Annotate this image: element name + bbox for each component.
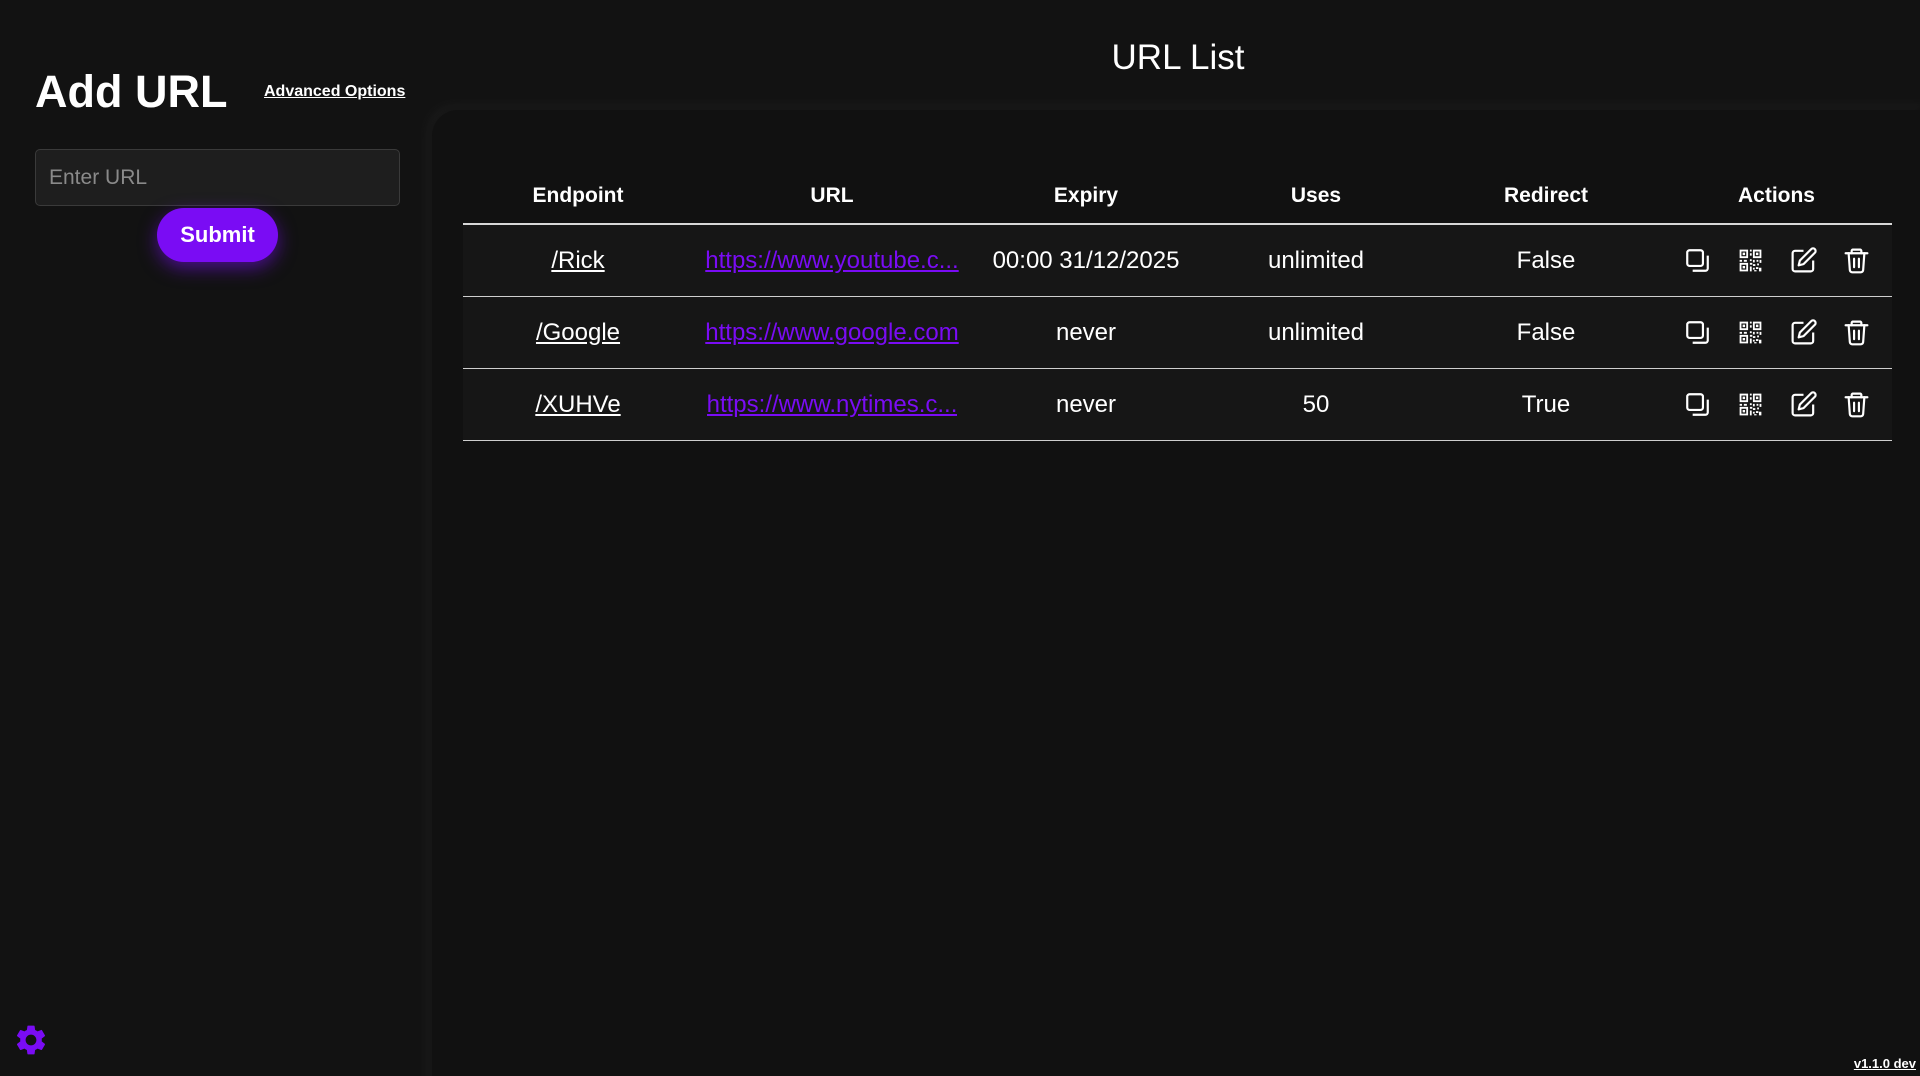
table-row: /Rick https://www.youtube.c... 00:00 31/… — [463, 224, 1892, 297]
column-header-redirect: Redirect — [1431, 168, 1661, 225]
redirect-cell: True — [1431, 368, 1661, 441]
gear-icon[interactable] — [13, 1022, 49, 1058]
url-link[interactable]: https://www.nytimes.c... — [707, 391, 958, 419]
endpoint-link[interactable]: /Google — [536, 319, 620, 346]
column-header-endpoint: Endpoint — [463, 168, 693, 225]
endpoint-cell: /Google — [463, 296, 693, 369]
copy-icon[interactable] — [1683, 318, 1712, 347]
table-header-row: Endpoint URL Expiry Uses Redirect Action… — [463, 168, 1892, 225]
app-page: Add URL Advanced Options Submit URL List… — [0, 0, 1920, 1076]
qr-code-icon[interactable] — [1736, 390, 1765, 419]
url-cell: https://www.youtube.c... — [693, 224, 971, 297]
column-header-actions: Actions — [1661, 168, 1892, 225]
column-header-uses: Uses — [1201, 168, 1431, 225]
delete-icon[interactable] — [1842, 246, 1871, 275]
url-table: Endpoint URL Expiry Uses Redirect Action… — [463, 168, 1892, 441]
advanced-options-link[interactable]: Advanced Options — [264, 83, 405, 101]
edit-icon[interactable] — [1789, 390, 1818, 419]
redirect-cell: False — [1431, 224, 1661, 297]
column-header-url: URL — [693, 168, 971, 225]
expiry-cell: 00:00 31/12/2025 — [971, 224, 1201, 297]
endpoint-link[interactable]: /XUHVe — [535, 391, 620, 418]
copy-icon[interactable] — [1683, 390, 1712, 419]
uses-cell: unlimited — [1201, 224, 1431, 297]
table-row: /XUHVe https://www.nytimes.c... never 50… — [463, 368, 1892, 441]
version-link[interactable]: v1.1.0 dev — [1854, 1056, 1916, 1071]
endpoint-cell: /XUHVe — [463, 368, 693, 441]
qr-code-icon[interactable] — [1736, 246, 1765, 275]
delete-icon[interactable] — [1842, 318, 1871, 347]
actions-cell — [1661, 296, 1892, 369]
column-header-expiry: Expiry — [971, 168, 1201, 225]
url-list-title: URL List — [1111, 38, 1245, 77]
uses-cell: unlimited — [1201, 296, 1431, 369]
url-link[interactable]: https://www.youtube.c... — [705, 247, 958, 275]
expiry-cell: never — [971, 368, 1201, 441]
delete-icon[interactable] — [1842, 390, 1871, 419]
url-input[interactable] — [35, 149, 400, 206]
url-cell: https://www.google.com — [693, 296, 971, 369]
actions-cell — [1661, 368, 1892, 441]
url-link[interactable]: https://www.google.com — [705, 319, 958, 347]
edit-icon[interactable] — [1789, 246, 1818, 275]
uses-cell: 50 — [1201, 368, 1431, 441]
endpoint-link[interactable]: /Rick — [551, 247, 604, 274]
edit-icon[interactable] — [1789, 318, 1818, 347]
submit-button[interactable]: Submit — [157, 208, 278, 262]
expiry-cell: never — [971, 296, 1201, 369]
actions-cell — [1661, 224, 1892, 297]
copy-icon[interactable] — [1683, 246, 1712, 275]
endpoint-cell: /Rick — [463, 224, 693, 297]
table-row: /Google https://www.google.com never unl… — [463, 296, 1892, 369]
qr-code-icon[interactable] — [1736, 318, 1765, 347]
redirect-cell: False — [1431, 296, 1661, 369]
url-cell: https://www.nytimes.c... — [693, 368, 971, 441]
add-url-title: Add URL — [35, 66, 228, 117]
